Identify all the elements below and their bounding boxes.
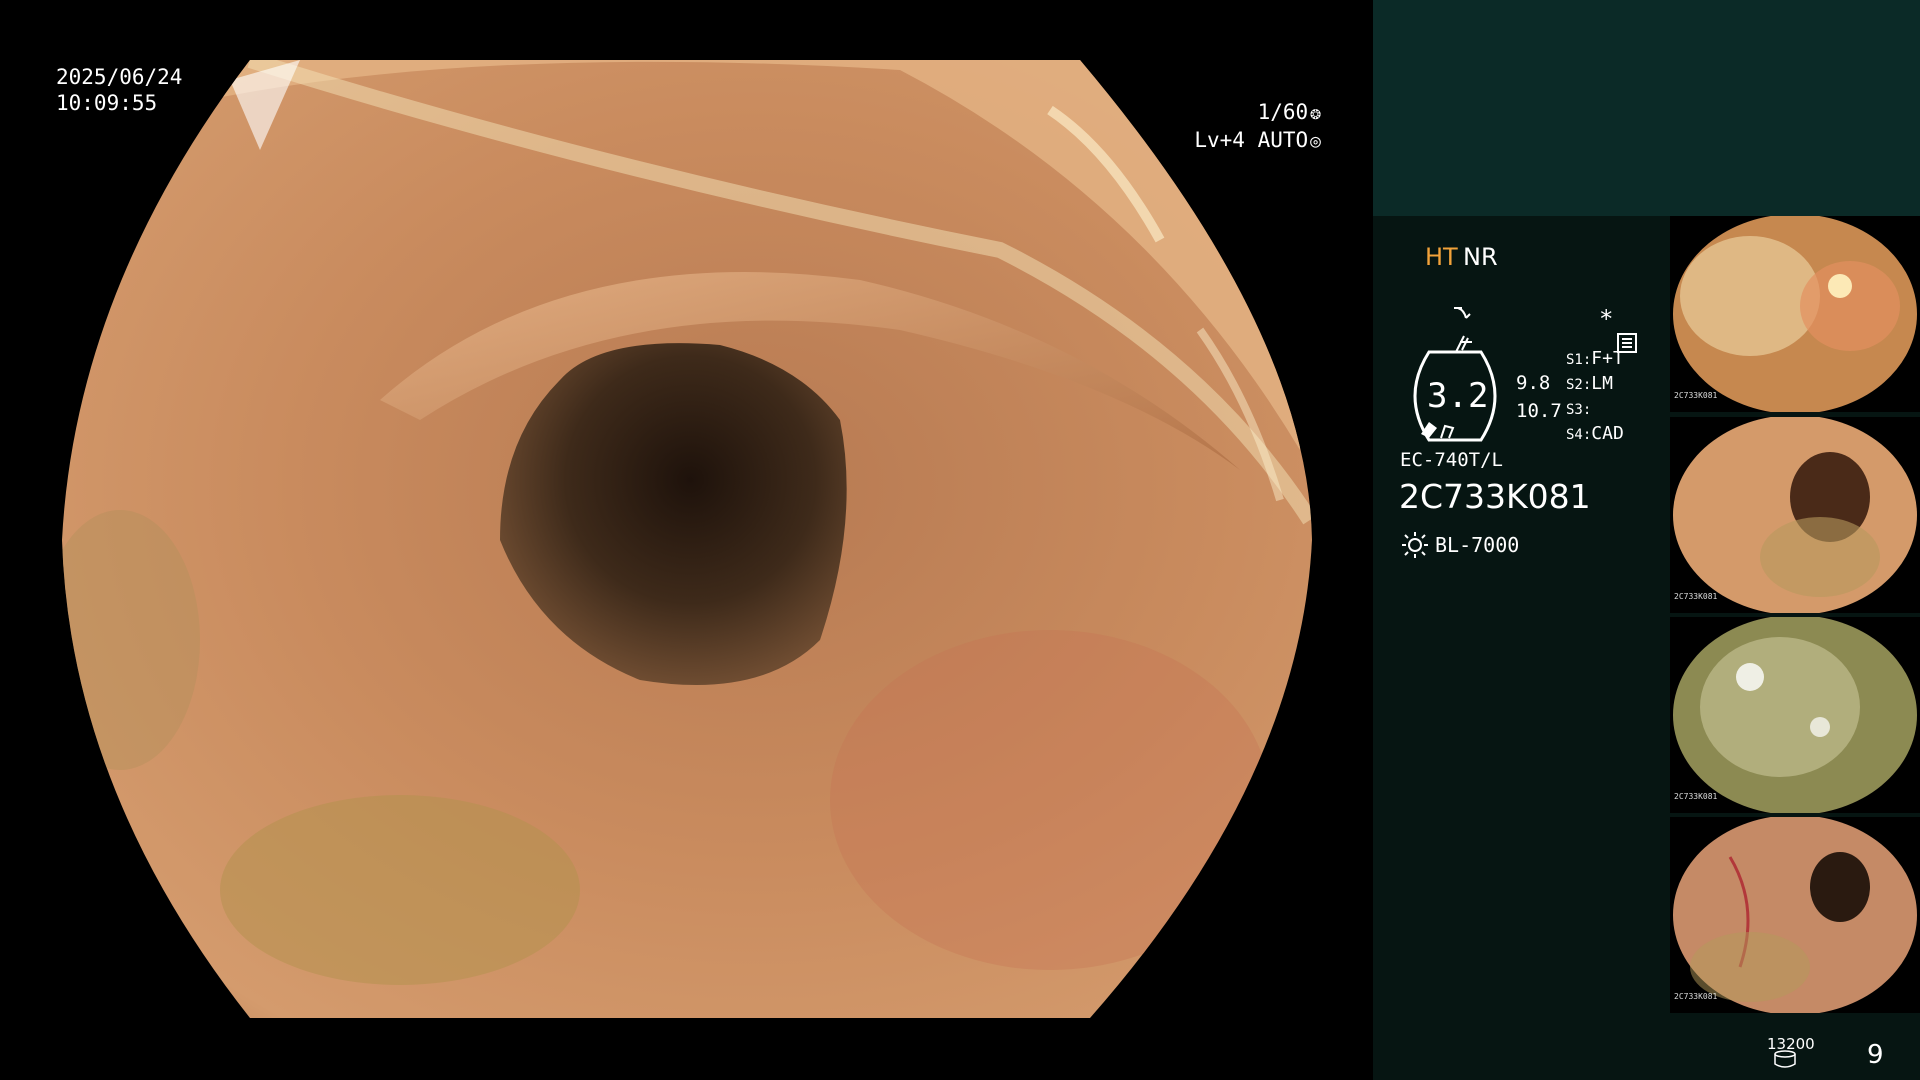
- switch-s3: S3:: [1566, 397, 1591, 422]
- mode-nr-label: NR: [1463, 243, 1498, 271]
- switch-value: F+T: [1591, 348, 1624, 369]
- info-panel: HT NR * 3.2 9.8 10.7 S1:F+T S2:LM S3: S4…: [1373, 0, 1920, 1080]
- thumbnail-image: [1673, 216, 1917, 412]
- zoom-value: 3.2: [1427, 376, 1489, 416]
- mode-ht-label: HT: [1425, 243, 1458, 271]
- capture-thumbnail[interactable]: 2C733K081: [1670, 417, 1920, 613]
- ratio-bottom: 10.7: [1516, 400, 1562, 422]
- switch-s1: S1:F+T: [1566, 347, 1624, 372]
- thumbnail-image: [1673, 417, 1917, 613]
- capture-thumbnail[interactable]: 2C733K081: [1670, 817, 1920, 1013]
- thumbnail-serial: 2C733K081: [1674, 792, 1718, 801]
- thumbnail-serial: 2C733K081: [1674, 391, 1718, 400]
- panel-header-area: [1373, 0, 1920, 216]
- database-icon: [1774, 1050, 1796, 1068]
- shutter-value: 1/60: [1257, 100, 1309, 124]
- switch-key: S3:: [1566, 402, 1592, 418]
- scope-model: EC-740T/L: [1400, 449, 1503, 471]
- switch-value: CAD: [1591, 423, 1624, 444]
- image-count: 9: [1867, 1040, 1884, 1070]
- scope-serial: 2C733K081: [1399, 477, 1591, 516]
- level-value: Lv+4 AUTO: [1194, 128, 1309, 152]
- thumbnail-image: [1673, 617, 1917, 813]
- endoscopic-image: [62, 60, 1312, 1018]
- switch-s4: S4:CAD: [1566, 422, 1624, 447]
- capture-thumbnail[interactable]: 2C733K081: [1670, 216, 1920, 412]
- shutter-speed: 1/60 ❂: [1258, 98, 1321, 128]
- switch-key: S4:: [1566, 427, 1592, 443]
- capture-thumbnail[interactable]: 2C733K081: [1670, 617, 1920, 813]
- ratio-top: 9.8: [1516, 372, 1551, 394]
- thumbnail-serial: 2C733K081: [1674, 992, 1718, 1001]
- light-source: BL-7000: [1435, 533, 1520, 557]
- endoscope-main-view: 2025/06/24 10:09:55 1/60 ❂ Lv+4 AUTO ◎: [0, 0, 1373, 1080]
- star-indicator: *: [1599, 305, 1614, 333]
- switch-s2: S2:LM: [1566, 372, 1613, 397]
- sun-icon: [1402, 532, 1428, 558]
- iris-icon: ◎: [1310, 131, 1321, 152]
- exam-date: 2025/06/24: [56, 65, 183, 89]
- switch-value: LM: [1591, 373, 1613, 394]
- thumbnail-serial: 2C733K081: [1674, 592, 1718, 601]
- aperture-icon: ❂: [1310, 103, 1321, 124]
- brightness-level: Lv+4 AUTO ◎: [1194, 126, 1321, 156]
- switch-key: S2:: [1566, 377, 1592, 393]
- exam-time: 10:09:55: [56, 91, 158, 115]
- thumbnail-image: [1673, 817, 1917, 1013]
- switch-key: S1:: [1566, 352, 1592, 368]
